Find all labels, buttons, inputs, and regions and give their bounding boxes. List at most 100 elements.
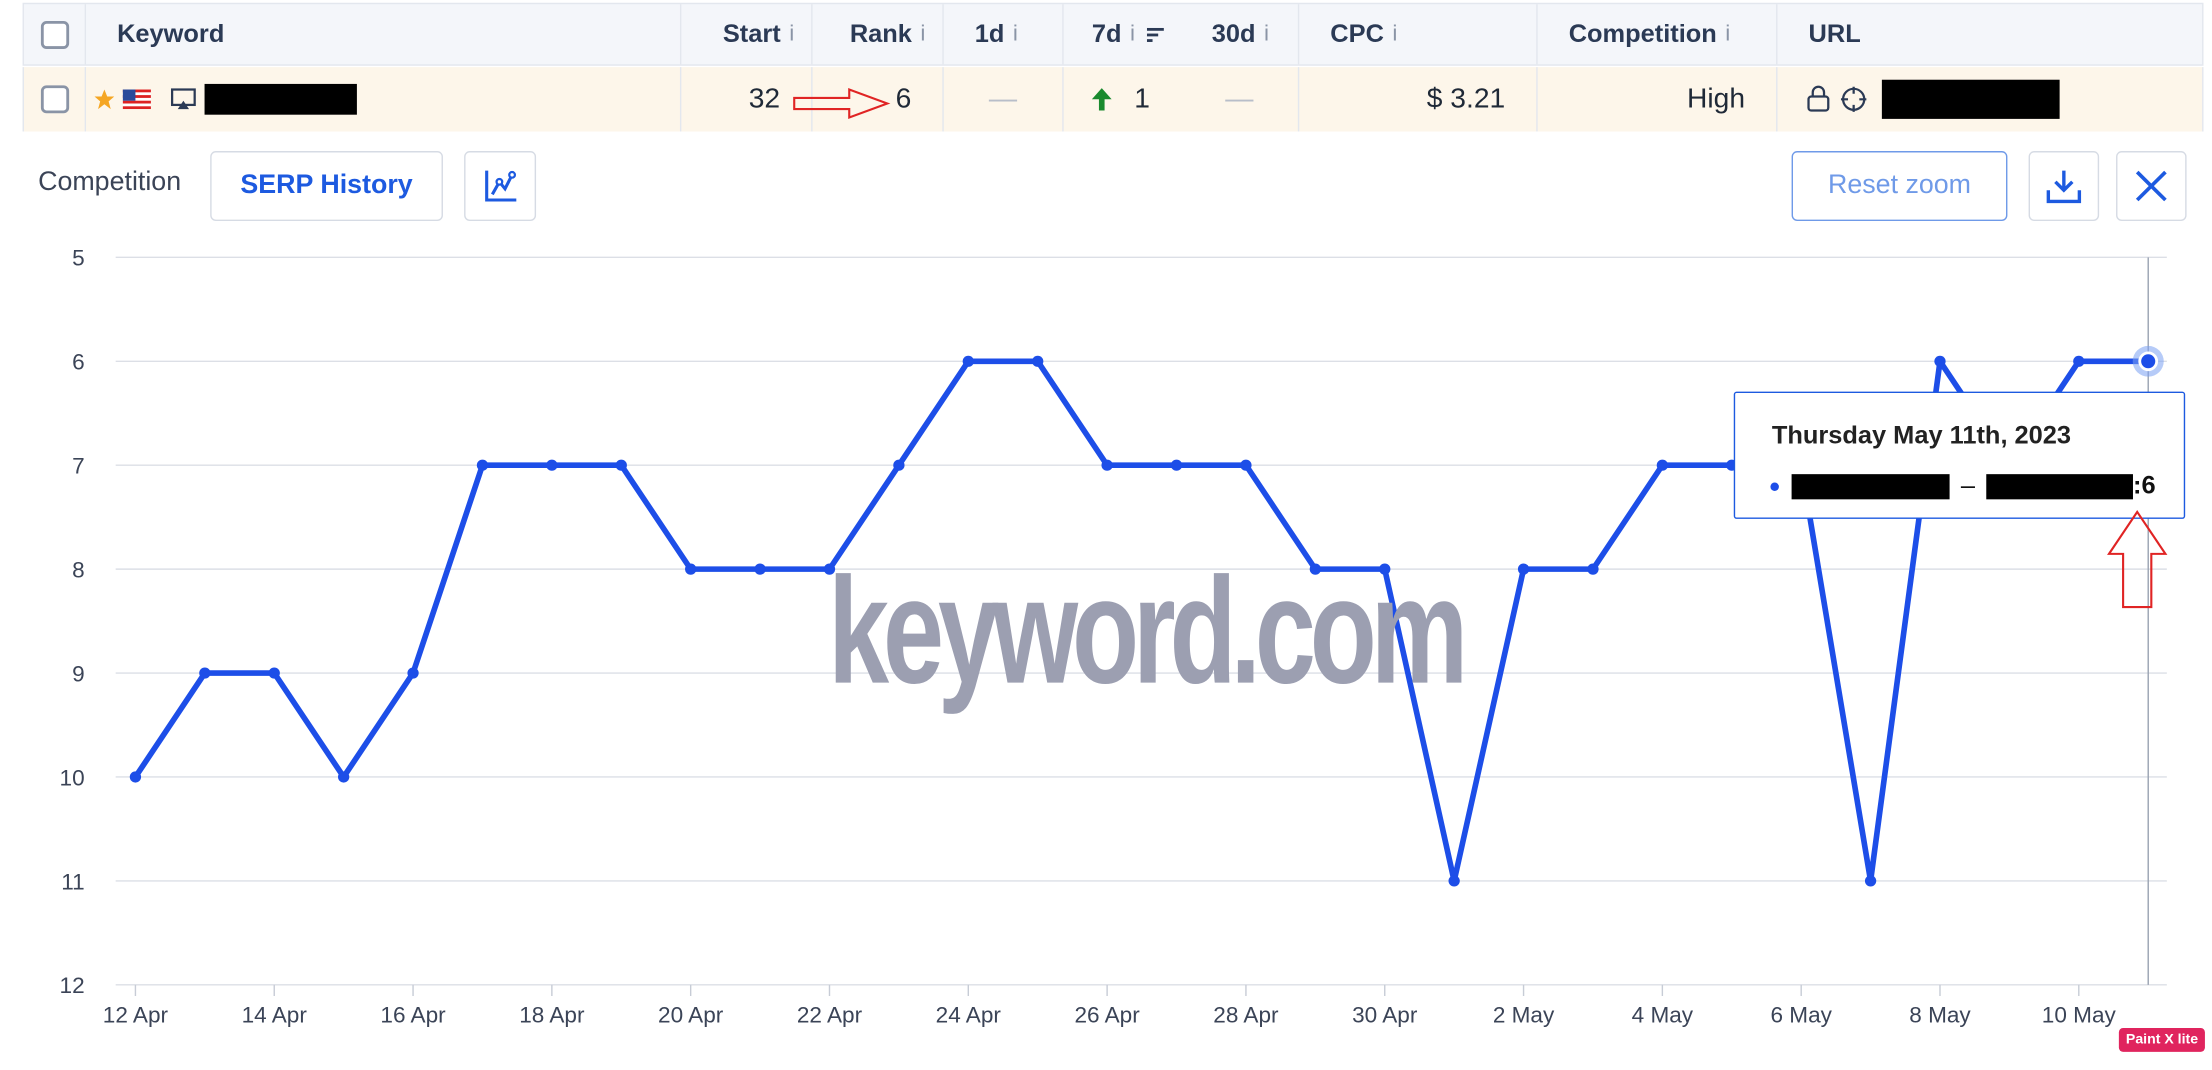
x-tick-label: 12 Apr (103, 1003, 169, 1028)
x-tick-label: 26 Apr (1074, 1003, 1140, 1028)
data-point (268, 667, 280, 679)
header-7d[interactable]: 7d i (1064, 4, 1181, 64)
header-1d-label: 1d (974, 19, 1005, 48)
cpc-value: $ 3.21 (1426, 83, 1506, 114)
app-root: Keyword Start i Rank i 1d i 7d i 30d i CPC i C… (0, 0, 2212, 1070)
x-tick-label: 8 May (1909, 1003, 1971, 1028)
data-point (407, 667, 419, 679)
table-row[interactable]: 32 6 — 1 — $ 3.21 High (22, 67, 2204, 132)
x-tick-label: 4 May (1632, 1003, 1694, 1028)
close-icon (2135, 170, 2167, 202)
x-tick-label: 24 Apr (936, 1003, 1002, 1028)
d30-value: — (1225, 83, 1254, 114)
data-point (1587, 563, 1599, 575)
y-tick-label: 10 (60, 765, 85, 790)
tooltip-date: Thursday May 11th, 2023 (1771, 421, 2072, 449)
hover-point (2138, 351, 2159, 372)
competition-cell: High (1538, 67, 1778, 132)
d1-cell: — (944, 67, 1064, 132)
data-point (1101, 459, 1113, 471)
y-tick-label: 11 (61, 869, 84, 894)
header-keyword[interactable]: Keyword (86, 4, 682, 65)
d30-cell: — (1181, 67, 1300, 132)
table-header: Keyword Start i Rank i 1d i 7d i 30d i CPC i C… (22, 2, 2204, 66)
data-point (338, 771, 350, 783)
y-tick-label: 6 (72, 350, 85, 375)
y-tick-label: 9 (72, 662, 85, 687)
header-competition-label: Competition (1568, 19, 1717, 48)
info-icon[interactable]: i (789, 22, 794, 47)
info-icon[interactable]: i (920, 22, 925, 47)
select-all-cell (24, 4, 87, 65)
data-point (893, 459, 905, 471)
y-axis-ticks: 5 6 7 8 9 10 11 12 (60, 246, 85, 998)
tooltip-series-line: – :6 (1769, 471, 2156, 500)
keyword-cell (86, 67, 682, 132)
header-cpc[interactable]: CPC i (1299, 4, 1538, 65)
info-icon[interactable]: i (1264, 22, 1269, 47)
url-redacted (1881, 79, 2060, 119)
header-start[interactable]: Start i (681, 4, 813, 65)
info-icon[interactable]: i (1130, 22, 1135, 47)
info-icon[interactable]: i (1013, 22, 1018, 47)
x-tick-label: 28 Apr (1213, 1003, 1279, 1028)
x-tick-label: 6 May (1770, 1003, 1832, 1028)
lock-icon[interactable] (1806, 85, 1831, 113)
header-url[interactable]: URL (1777, 4, 2202, 64)
keyword-redacted (204, 83, 357, 115)
data-point (546, 459, 558, 471)
desktop-icon (170, 88, 196, 110)
y-tick-label: 8 (72, 558, 85, 583)
reset-zoom-button[interactable]: Reset zoom (1791, 151, 2008, 221)
x-tick-label: 20 Apr (658, 1003, 724, 1028)
row-checkbox[interactable] (40, 85, 69, 114)
header-1d[interactable]: 1d i (944, 4, 1064, 65)
chart-trend-icon (484, 170, 516, 202)
data-point (615, 459, 627, 471)
info-icon[interactable]: i (1725, 22, 1730, 47)
header-keyword-label: Keyword (117, 19, 225, 48)
data-point (685, 563, 697, 575)
target-icon[interactable] (1840, 85, 1868, 113)
watermark: keyword.com (828, 545, 1468, 715)
serp-history-button[interactable]: SERP History (210, 151, 443, 221)
info-icon[interactable]: i (1392, 22, 1397, 47)
x-tick-label: 22 Apr (797, 1003, 863, 1028)
x-tick-label: 16 Apr (380, 1003, 446, 1028)
data-point (1448, 875, 1460, 887)
tooltip-separator: – (1960, 471, 1976, 500)
data-point (1170, 459, 1183, 471)
row-select-cell (24, 67, 87, 132)
select-all-checkbox[interactable] (40, 20, 69, 49)
x-tick-label: 14 Apr (242, 1003, 308, 1028)
header-30d-label: 30d (1211, 19, 1256, 48)
data-point (1517, 563, 1530, 575)
competition-value: High (1686, 83, 1746, 114)
tooltip-value: :6 (2133, 471, 2156, 500)
tooltip-redacted-name (1791, 473, 1950, 499)
rank-value: 6 (895, 83, 912, 114)
data-point (2073, 355, 2085, 367)
x-tick-label: 18 Apr (519, 1003, 585, 1028)
data-point (199, 667, 211, 679)
header-competition[interactable]: Competition i (1538, 4, 1778, 65)
data-point (1032, 355, 1044, 367)
start-value: 32 (748, 83, 781, 114)
close-button[interactable] (2116, 151, 2187, 221)
data-point (1656, 459, 1669, 471)
sort-icon[interactable] (1146, 26, 1166, 43)
data-point (754, 563, 766, 575)
cpc-cell: $ 3.21 (1299, 67, 1538, 132)
data-point (1240, 459, 1252, 471)
header-30d[interactable]: 30d i (1181, 4, 1300, 65)
download-button[interactable] (2028, 151, 2100, 221)
x-tick-label: 30 Apr (1352, 1003, 1418, 1028)
trend-chart-button[interactable] (464, 151, 537, 221)
star-icon[interactable] (94, 89, 115, 110)
data-point (1934, 355, 1946, 367)
header-rank[interactable]: Rank i (813, 4, 944, 65)
data-point (962, 355, 974, 367)
tooltip-redacted-url (1986, 473, 2134, 499)
data-point (129, 771, 142, 783)
annotation-arrow-up-icon (2107, 510, 2168, 609)
